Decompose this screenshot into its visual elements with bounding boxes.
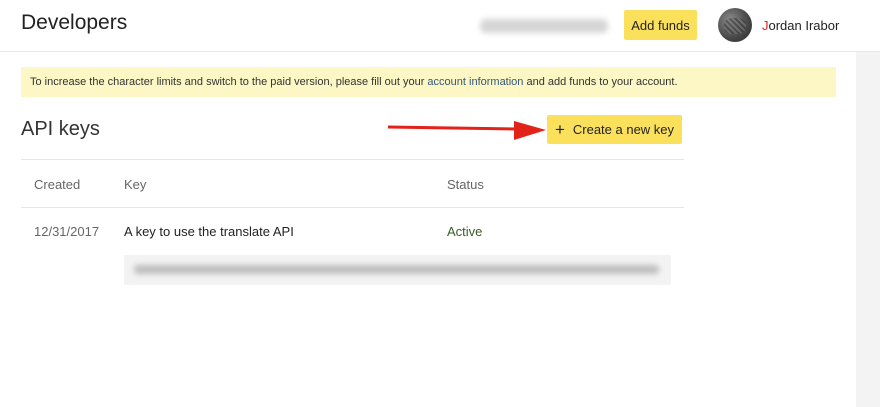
avatar[interactable] — [718, 8, 752, 42]
row-created: 12/31/2017 — [34, 224, 100, 239]
table-header: Created Key Status — [21, 159, 684, 208]
notice-text-before: To increase the character limits and swi… — [30, 76, 428, 88]
column-header-status: Status — [447, 177, 484, 192]
page-title: Developers — [21, 11, 128, 34]
top-header: Developers Add funds Jordan Irabor — [0, 0, 880, 52]
notice-text-after: and add funds to your account. — [523, 76, 678, 88]
account-information-link[interactable]: account information — [427, 76, 523, 88]
create-new-key-label: Create a new key — [572, 122, 675, 137]
add-funds-button[interactable]: Add funds — [624, 10, 697, 40]
api-keys-table: Created Key Status 12/31/2017 A key to u… — [21, 159, 684, 290]
row-key-name: A key to use the translate API — [124, 224, 294, 239]
api-keys-title: API keys — [21, 118, 100, 140]
row-status: Active — [447, 224, 483, 239]
user-name[interactable]: Jordan Irabor — [762, 18, 839, 33]
page-scroll-gutter — [856, 52, 880, 407]
column-header-key: Key — [124, 177, 147, 192]
red-arrow-annotation — [388, 121, 546, 140]
user-name-rest: ordan Irabor — [768, 18, 840, 33]
notice-banner: To increase the character limits and swi… — [21, 67, 836, 97]
blurred-balance — [480, 19, 608, 33]
plus-icon: + — [554, 120, 565, 139]
create-new-key-button[interactable]: + Create a new key — [547, 115, 682, 144]
column-header-created: Created — [34, 177, 81, 192]
blurred-api-key[interactable] — [124, 255, 671, 285]
table-row[interactable]: 12/31/2017 A key to use the translate AP… — [21, 208, 684, 290]
